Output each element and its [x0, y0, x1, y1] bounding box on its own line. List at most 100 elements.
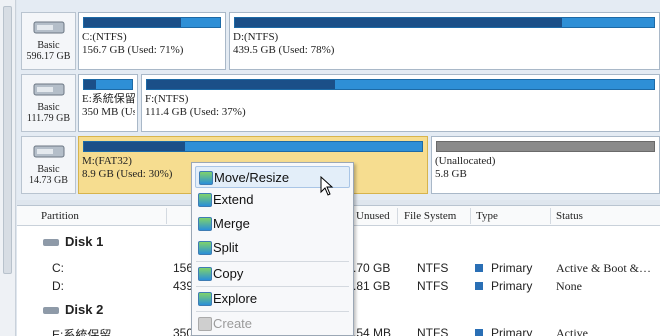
disk-group-1[interactable]: Disk 1 — [43, 234, 103, 249]
usage-fill — [147, 80, 335, 89]
disk-type: Basic — [37, 40, 60, 51]
partition-label: D:(NTFS) — [233, 31, 279, 43]
menu-item-label: Extend — [213, 192, 254, 207]
disk-capacity: 596.17 GB — [26, 51, 71, 62]
cell-type: Primary — [475, 279, 532, 293]
partition-size: 439.5 GB (Used: 78%) — [233, 44, 335, 56]
cell-file-system: NTFS — [417, 261, 449, 275]
disk-group-2[interactable]: Disk 2 — [43, 302, 103, 317]
column-separator[interactable] — [550, 208, 551, 224]
partition-block-f[interactable]: F:(NTFS) 111.4 GB (Used: 37%) — [141, 74, 660, 132]
hard-disk-icon — [33, 21, 64, 34]
partition-size: 350 MB (Us — [82, 106, 135, 118]
column-header-type[interactable]: Type — [476, 210, 498, 222]
primary-square-icon — [475, 329, 483, 336]
disk-icon — [43, 307, 59, 315]
create-icon — [198, 317, 212, 331]
hard-disk-icon — [33, 145, 64, 158]
partition-label: C:(NTFS) — [82, 31, 127, 43]
usage-bar — [83, 17, 221, 28]
cell-type-label: Primary — [491, 279, 533, 293]
menu-item-merge[interactable]: Merge — [195, 213, 350, 235]
cell-unused: .81 GB — [353, 279, 391, 293]
partition-label: E:系統保留 — [82, 93, 135, 105]
disk-capacity: 111.79 GB — [26, 113, 71, 124]
menu-item-split[interactable]: Split — [195, 237, 350, 259]
disk-info[interactable]: Basic 596.17 GB — [21, 12, 76, 70]
column-header-partition[interactable]: Partition — [41, 210, 79, 222]
column-separator[interactable] — [166, 208, 167, 224]
disk-info[interactable]: Basic 14.73 GB — [21, 136, 76, 194]
menu-item-create: Create — [195, 313, 350, 335]
partition-block-c[interactable]: C:(NTFS) 156.7 GB (Used: 71%) — [78, 12, 226, 70]
menu-separator — [196, 286, 349, 287]
cell-type-label: Primary — [491, 261, 533, 275]
cell-status: None — [556, 279, 582, 293]
hard-disk-icon — [33, 83, 64, 96]
column-separator[interactable] — [470, 208, 471, 224]
partition-block-e[interactable]: E:系統保留 350 MB (Us — [78, 74, 138, 132]
disk-group-label: Disk 1 — [65, 234, 104, 249]
cell-unused: .70 GB — [353, 261, 391, 275]
mouse-cursor-icon — [320, 176, 334, 196]
usage-fill — [84, 18, 181, 27]
partition-label: F:(NTFS) — [145, 93, 189, 105]
cell-partition: E:系統保留 — [52, 328, 112, 336]
cell-status: Active & Boot &… — [556, 261, 651, 275]
partition-size: 111.4 GB (Used: 37%) — [145, 106, 246, 118]
menu-separator — [196, 261, 349, 262]
partition-label: (Unallocated) — [435, 155, 496, 167]
menu-item-copy[interactable]: Copy — [195, 263, 350, 285]
usage-fill — [84, 142, 186, 151]
disk-type: Basic — [37, 102, 60, 113]
menu-item-explore[interactable]: Explore — [195, 288, 350, 310]
partition-size: 5.8 GB — [435, 168, 467, 180]
disk-type: Basic — [37, 164, 60, 175]
usage-bar — [83, 141, 423, 152]
column-header-file-system[interactable]: File System — [404, 210, 456, 222]
column-header-unused[interactable]: Unused — [356, 210, 390, 222]
usage-bar — [83, 79, 133, 90]
disk-info[interactable]: Basic 111.79 GB — [21, 74, 76, 132]
cell-type: Primary — [475, 326, 532, 336]
scrollbar-thumb[interactable] — [3, 6, 12, 274]
disk-row-2: Basic 111.79 GB E:系統保留 350 MB (Us F:(NTF… — [21, 74, 660, 132]
usage-fill — [235, 18, 562, 27]
usage-bar — [234, 17, 655, 28]
usage-bar — [436, 141, 655, 152]
menu-item-label: Split — [213, 240, 239, 255]
copy-icon — [198, 267, 212, 281]
column-separator[interactable] — [397, 208, 398, 224]
menu-item-label: Create — [213, 316, 253, 331]
move-resize-icon — [199, 171, 213, 185]
column-header-status[interactable]: Status — [556, 210, 583, 222]
merge-icon — [198, 217, 212, 231]
usage-fill — [84, 80, 96, 89]
menu-item-label: Merge — [213, 216, 250, 231]
primary-square-icon — [475, 282, 483, 290]
cell-file-system: NTFS — [417, 326, 449, 336]
explore-icon — [198, 292, 212, 306]
disk-icon — [43, 239, 59, 247]
cell-file-system: NTFS — [417, 279, 449, 293]
partition-block-d[interactable]: D:(NTFS) 439.5 GB (Used: 78%) — [229, 12, 660, 70]
disk-capacity: 14.73 GB — [29, 175, 68, 186]
menu-separator — [196, 311, 349, 312]
cell-status: Active — [556, 326, 588, 336]
primary-square-icon — [475, 264, 483, 272]
cell-partition: C: — [52, 261, 64, 275]
disk-group-label: Disk 2 — [65, 302, 104, 317]
menu-item-label: Copy — [213, 266, 244, 281]
usage-bar — [146, 79, 655, 90]
cell-unused: .54 MB — [353, 326, 392, 336]
vertical-scrollbar[interactable] — [0, 0, 16, 336]
menu-item-label: Move/Resize — [214, 170, 290, 185]
split-icon — [198, 241, 212, 255]
disk-row-1: Basic 596.17 GB C:(NTFS) 156.7 GB (Used:… — [21, 12, 660, 70]
cell-partition: D: — [52, 279, 64, 293]
partition-block-unallocated[interactable]: (Unallocated) 5.8 GB — [431, 136, 660, 194]
partition-size: 156.7 GB (Used: 71%) — [82, 44, 184, 56]
cell-type: Primary — [475, 261, 532, 275]
cell-type-label: Primary — [491, 326, 533, 336]
menu-item-label: Explore — [213, 291, 258, 306]
